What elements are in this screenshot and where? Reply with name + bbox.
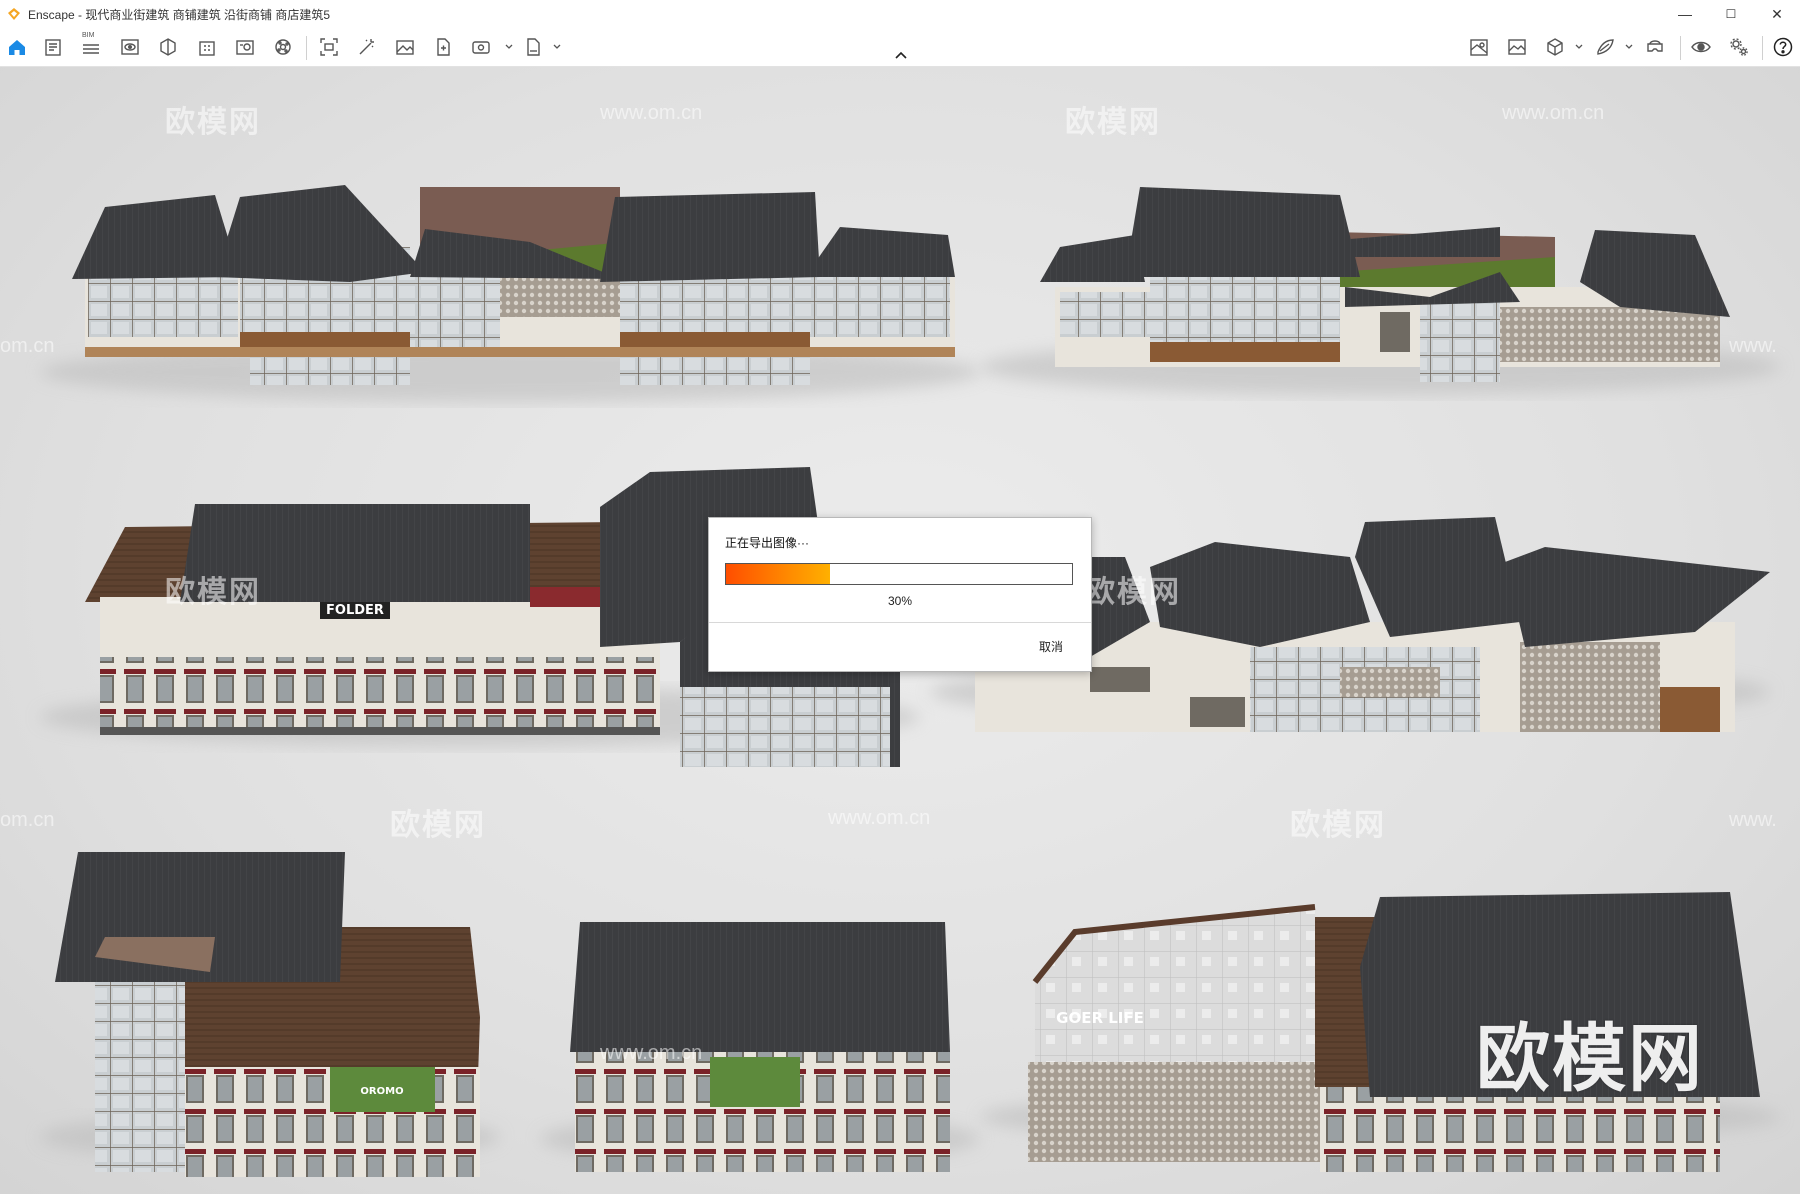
watermark-text: 欧模网 [165, 106, 261, 139]
eye-icon[interactable] [1688, 34, 1714, 60]
chevron-down-icon[interactable] [552, 40, 562, 54]
chevron-down-icon[interactable] [504, 40, 514, 54]
progress-bar [725, 563, 1073, 585]
watermark-text: 欧模网 [165, 576, 261, 609]
map-icon[interactable] [1466, 34, 1492, 60]
atmosphere-icon[interactable] [270, 34, 296, 60]
watermark-url: om.cn [0, 809, 55, 831]
watermark-logo: 欧模网 [1476, 1017, 1704, 1100]
window-title: Enscape - 现代商业街建筑 商铺建筑 沿街商铺 商店建筑5 [28, 7, 331, 22]
watermark-url: www. [1729, 335, 1777, 357]
minimize-button[interactable]: — [1662, 0, 1708, 28]
enscape-logo-icon [8, 8, 20, 20]
watermark-text: 欧模网 [1085, 576, 1181, 609]
watermark-text: 欧模网 [390, 809, 486, 842]
toolbar-separator [1680, 36, 1681, 60]
building-icon[interactable] [194, 34, 220, 60]
watermark-url: om.cn [0, 335, 55, 357]
cancel-button[interactable]: 取消 [1039, 638, 1063, 655]
toolbar-separator [1762, 36, 1763, 60]
dialog-title: 正在导出图像··· [725, 536, 809, 550]
panorama-icon[interactable] [468, 34, 494, 60]
screenshot-icon[interactable] [316, 34, 342, 60]
building-model-b [1040, 187, 1730, 382]
watermark-url: www.om.cn [828, 807, 931, 829]
close-button[interactable]: ✕ [1754, 0, 1800, 28]
home-icon[interactable] [4, 34, 30, 60]
watermark-url: www.om.cn [600, 1042, 703, 1064]
watermark-url: www.om.cn [1502, 102, 1605, 124]
material-icon[interactable] [155, 34, 181, 60]
building-model-a [72, 185, 955, 385]
dialog-divider [709, 622, 1091, 623]
chevron-down-icon[interactable] [1574, 40, 1584, 54]
watermark-text: 欧模网 [1065, 106, 1161, 139]
watermark-url: www. [1729, 809, 1777, 831]
sign-goer-life: GOER LIFE [1056, 1009, 1144, 1027]
toolbar-separator [306, 36, 307, 60]
layers-icon[interactable] [1592, 34, 1618, 60]
help-icon[interactable] [1770, 34, 1796, 60]
image-icon[interactable] [392, 34, 418, 60]
watermark-text: 欧模网 [1290, 809, 1386, 842]
building-model-d [975, 517, 1770, 732]
export-progress-dialog: 正在导出图像··· 30% 取消 [708, 517, 1092, 672]
magic-wand-icon[interactable] [354, 34, 380, 60]
title-bar: Enscape - 现代商业街建筑 商铺建筑 沿街商铺 商店建筑5 — ☐ ✕ [0, 0, 1800, 28]
view-icon[interactable] [117, 34, 143, 60]
chevron-up-icon[interactable] [892, 46, 910, 64]
batch-render-icon[interactable] [430, 34, 456, 60]
bim-icon[interactable]: BIM [78, 32, 104, 60]
sign-oromo: OROMO [360, 1086, 403, 1097]
export-icon[interactable] [520, 34, 546, 60]
sign-folder: FOLDER [326, 603, 384, 618]
project-info-icon[interactable] [40, 34, 66, 60]
visual-settings-icon[interactable] [1504, 34, 1530, 60]
progress-fill [726, 564, 830, 584]
cube-icon[interactable] [1542, 34, 1568, 60]
watermark-url: www.om.cn [600, 102, 703, 124]
asset-library-icon[interactable] [232, 34, 258, 60]
bim-label: BIM [82, 32, 95, 39]
progress-percent: 30% [887, 594, 913, 608]
maximize-button[interactable]: ☐ [1708, 0, 1754, 28]
chevron-down-icon[interactable] [1624, 40, 1634, 54]
vr-headset-icon[interactable] [1642, 34, 1668, 60]
settings-icon[interactable] [1726, 34, 1752, 60]
building-model-e: OROMO [55, 852, 480, 1177]
